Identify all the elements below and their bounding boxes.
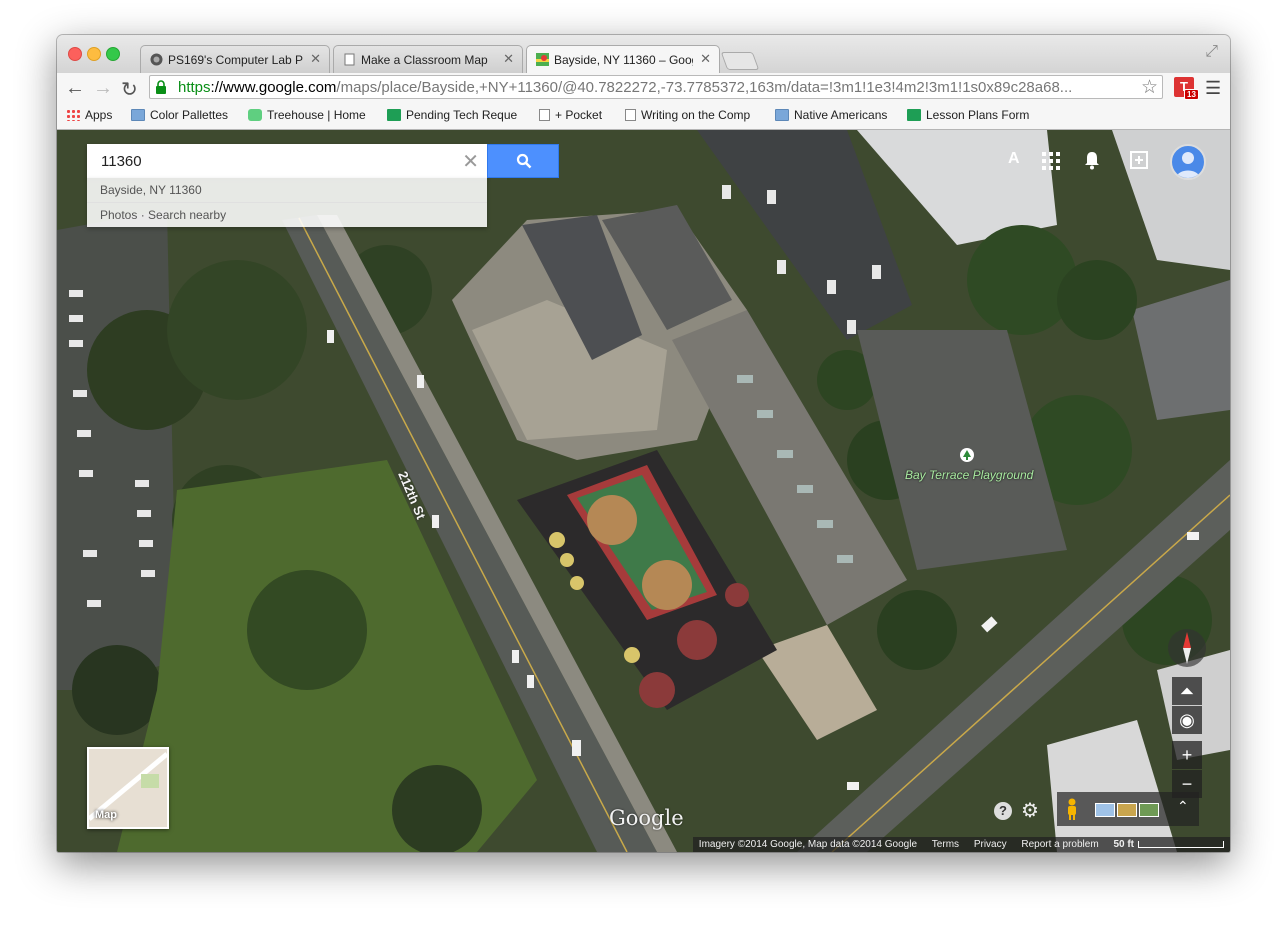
tab-close-icon[interactable]: ✕: [700, 51, 711, 67]
bookmark-pocket[interactable]: + Pocket: [539, 108, 602, 122]
apps-grid-icon: [66, 109, 80, 121]
tab-classroom-map[interactable]: Make a Classroom Map ✕: [333, 45, 523, 73]
back-arrow-icon[interactable]: ←: [65, 77, 85, 100]
imagery-thumbnail-icon[interactable]: [1095, 803, 1115, 817]
help-icon[interactable]: ?: [994, 802, 1012, 820]
tab-title: Make a Classroom Map: [361, 53, 488, 67]
folder-icon: [775, 109, 789, 121]
pegman-icon[interactable]: [1065, 798, 1079, 820]
bookmark-color-pallettes[interactable]: Color Pallettes: [131, 108, 228, 122]
title-bar: PS169's Computer Lab Por ✕ Make a Classr…: [57, 35, 1230, 73]
treehouse-icon: [248, 109, 262, 121]
tilt-view-icon[interactable]: ⏶: [1172, 677, 1202, 705]
search-suggestions: Bayside, NY 11360 Photos · Search nearby: [87, 178, 487, 227]
search-icon: [516, 153, 532, 169]
google-logo: Google: [609, 806, 684, 830]
account-avatar[interactable]: [1170, 144, 1206, 180]
apps-grid-icon[interactable]: [1042, 152, 1060, 170]
browser-toolbar: ← → ↻ https://www.google.com/maps/place/…: [57, 73, 1230, 103]
window-maximize-button[interactable]: [106, 47, 120, 61]
map-footer: Imagery ©2014 Google, Map data ©2014 Goo…: [692, 837, 1230, 852]
suggestion-photos-nearby[interactable]: Photos · Search nearby: [87, 203, 487, 227]
suggestion-place[interactable]: Bayside, NY 11360: [87, 178, 487, 203]
window-close-button[interactable]: [68, 47, 82, 61]
avatar-person-icon: [1176, 152, 1200, 178]
scale-bar[interactable]: 50 ft: [1107, 837, 1230, 852]
expand-chevron-icon[interactable]: ⌃: [1177, 798, 1189, 815]
window-minimize-button[interactable]: [87, 47, 101, 61]
park-pin-icon[interactable]: [960, 448, 974, 462]
zoom-in-button[interactable]: +: [1172, 741, 1202, 769]
report-problem-link[interactable]: Report a problem: [1015, 837, 1104, 852]
browser-window: PS169's Computer Lab Por ✕ Make a Classr…: [57, 35, 1230, 852]
search-box[interactable]: ✕: [87, 144, 487, 178]
tab-title: Bayside, NY 11360 – Goog: [554, 53, 693, 67]
terms-link[interactable]: Terms: [926, 837, 965, 852]
tab-close-icon[interactable]: ✕: [503, 51, 514, 67]
page-icon: [625, 109, 636, 121]
form-icon: [907, 109, 921, 121]
apps-letter-icon[interactable]: A: [1008, 150, 1020, 168]
share-plus-icon[interactable]: [1130, 151, 1148, 169]
extension-badge: 13: [1184, 89, 1199, 100]
spreadsheet-icon: [387, 109, 401, 121]
lock-icon: [156, 80, 166, 94]
map-view-toggle[interactable]: Map: [87, 747, 169, 829]
bookmark-pending-tech[interactable]: Pending Tech Reque: [387, 108, 520, 122]
extension-icon[interactable]: T 13: [1174, 77, 1199, 100]
reload-icon[interactable]: ↻: [121, 77, 138, 102]
tab-close-icon[interactable]: ✕: [310, 51, 321, 67]
imagery-thumbnail-icon[interactable]: [1117, 803, 1137, 817]
compass-icon[interactable]: [1167, 628, 1207, 668]
bookmark-writing[interactable]: Writing on the Comp: [625, 108, 759, 122]
chrome-menu-icon[interactable]: ☰: [1205, 78, 1221, 99]
minimap-label: Map: [95, 809, 117, 821]
privacy-link[interactable]: Privacy: [968, 837, 1013, 852]
url-text: https://www.google.com/maps/place/Baysid…: [178, 79, 1073, 96]
notifications-bell-icon[interactable]: [1083, 150, 1101, 170]
forward-arrow-icon[interactable]: →: [93, 77, 113, 100]
poi-label[interactable]: Bay Terrace Playground: [905, 468, 1033, 482]
tab-computer-lab[interactable]: PS169's Computer Lab Por ✕: [140, 45, 330, 73]
imagery-thumbnail-icon[interactable]: [1139, 803, 1159, 817]
bookmark-star-icon[interactable]: ☆: [1141, 76, 1158, 99]
pegman-imagery-bar: ⌃: [1057, 792, 1199, 826]
search-button[interactable]: [487, 144, 559, 178]
tab-google-maps[interactable]: Bayside, NY 11360 – Goog ✕: [526, 45, 720, 73]
page-icon: [539, 109, 550, 121]
tab-title: PS169's Computer Lab Por: [168, 53, 303, 67]
new-tab-button[interactable]: [720, 52, 760, 70]
globe-favicon-icon: [150, 53, 163, 66]
bookmarks-bar: Apps Color Pallettes Treehouse | Home Pe…: [57, 103, 1230, 130]
page-favicon-icon: [344, 53, 355, 66]
search-input[interactable]: [99, 150, 453, 172]
clear-search-icon[interactable]: ✕: [462, 149, 479, 174]
fullscreen-icon[interactable]: ⤢: [1205, 43, 1218, 61]
my-location-icon[interactable]: ◉: [1172, 706, 1202, 734]
satellite-imagery: [57, 130, 1230, 852]
folder-icon: [131, 109, 145, 121]
bookmark-lesson-plans[interactable]: Lesson Plans Form: [907, 108, 1029, 122]
bookmark-apps[interactable]: Apps: [66, 108, 112, 122]
bookmark-treehouse[interactable]: Treehouse | Home: [248, 108, 366, 122]
address-bar[interactable]: https://www.google.com/maps/place/Baysid…: [149, 75, 1163, 99]
map-canvas[interactable]: ✕ Bayside, NY 11360 Photos · Search near…: [57, 130, 1230, 852]
imagery-attribution: Imagery ©2014 Google, Map data ©2014 Goo…: [698, 839, 918, 850]
settings-gear-icon[interactable]: ⚙: [1021, 798, 1039, 823]
bookmark-native-americans[interactable]: Native Americans: [775, 108, 887, 122]
maps-favicon-icon: [536, 53, 549, 66]
